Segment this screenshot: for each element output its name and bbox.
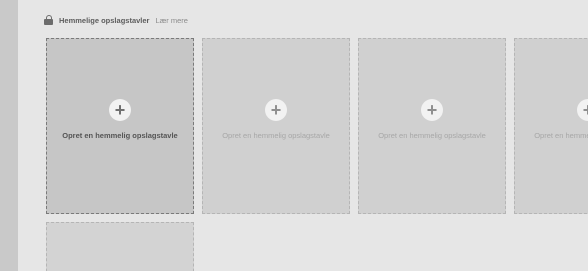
create-secret-board-card[interactable]: + Opret en hemmelig opslagstavle [514,38,588,214]
board-placeholder [46,222,194,271]
section-title: Hemmelige opslagstavler [59,15,150,25]
plus-icon: + [109,99,131,121]
left-rail [0,0,18,271]
section-header: Hemmelige opslagstavler Lær mere [44,14,188,26]
create-secret-board-card[interactable]: + Opret en hemmelig opslagstavle [202,38,350,214]
create-secret-board-card[interactable]: + Opret en hemmelig opslagstavle [358,38,506,214]
create-secret-board-card[interactable]: + Opret en hemmelig opslagstavle [46,38,194,214]
learn-more-link[interactable]: Lær mere [155,16,188,25]
board-label: Opret en hemmelig opslagstavle [62,131,178,140]
plus-icon: + [577,99,588,121]
page: Hemmelige opslagstavler Lær mere + Opret… [0,0,588,271]
board-label: Opret en hemmelig opslagstavle [222,131,330,140]
board-label: Opret en hemmelig opslagstavle [378,131,486,140]
lock-icon [44,15,53,25]
board-label: Opret en hemmelig opslagstavle [534,131,588,140]
plus-icon: + [421,99,443,121]
plus-icon: + [265,99,287,121]
